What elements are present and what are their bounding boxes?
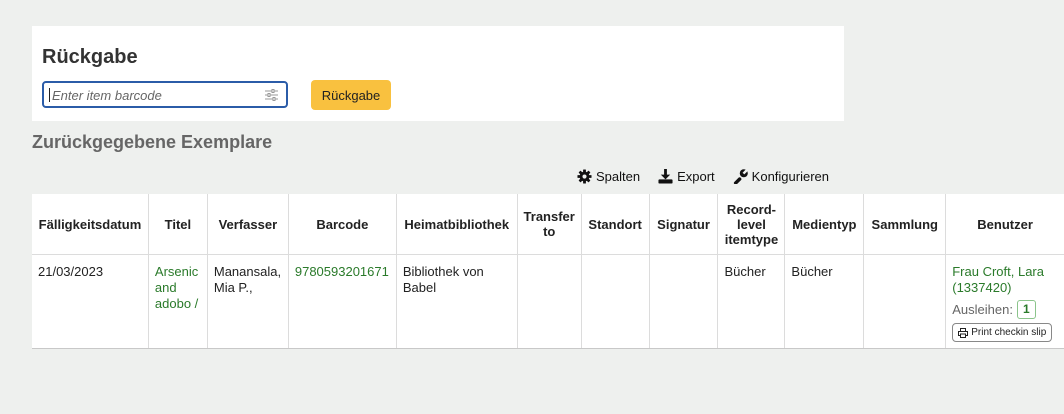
barcode-link[interactable]: 9780593201671 <box>295 264 389 279</box>
configure-label: Konfigurieren <box>751 168 829 184</box>
export-label: Export <box>677 168 715 184</box>
location-cell <box>580 254 650 349</box>
column-patron[interactable]: Benutzer <box>945 194 1064 255</box>
barcode-input[interactable] <box>50 85 264 106</box>
table-row: 21/03/2023 Arsenic and adobo / Manansala… <box>32 254 1064 349</box>
column-location[interactable]: Standort <box>580 194 650 255</box>
column-barcode[interactable]: Barcode <box>287 194 397 255</box>
record-itemtype-cell: Bücher <box>717 254 785 349</box>
loans-count-badge[interactable]: 1 <box>1016 300 1036 319</box>
patron-cell: Frau Croft, Lara (1337420) Ausleihen: 1 … <box>945 254 1064 349</box>
column-due-date[interactable]: Fälligkeitsdatum <box>32 194 149 255</box>
column-record-itemtype[interactable]: Record-level itemtype <box>717 194 785 255</box>
call-number-cell <box>648 254 718 349</box>
printer-icon <box>958 327 969 338</box>
sliders-icon[interactable] <box>265 89 278 101</box>
columns-label: Spalten <box>596 168 641 184</box>
column-transfer-to[interactable]: Transfer to <box>516 194 582 255</box>
title-cell: Arsenic and adobo / <box>147 254 208 349</box>
returned-items-table: Fälligkeitsdatum Titel Verfasser Barcode… <box>32 194 1064 349</box>
export-button[interactable]: Export <box>658 166 715 186</box>
configure-button[interactable]: Konfigurieren <box>733 166 829 186</box>
column-collection[interactable]: Sammlung <box>863 194 946 255</box>
author-cell: Manansala, Mia P., <box>206 254 289 349</box>
checkin-button[interactable]: Rückgabe <box>311 80 391 110</box>
barcode-cell: 9780593201671 <box>287 254 397 349</box>
due-date-cell: 21/03/2023 <box>32 254 149 349</box>
download-icon <box>658 168 673 184</box>
checkin-title: Rückgabe <box>42 46 138 68</box>
column-home-library[interactable]: Heimatbibliothek <box>395 194 518 255</box>
column-title[interactable]: Titel <box>147 194 208 255</box>
columns-button[interactable]: Spalten <box>577 166 640 186</box>
column-call-number[interactable]: Signatur <box>648 194 718 255</box>
home-library-cell: Bibliothek von Babel <box>395 254 518 349</box>
transfer-to-cell <box>516 254 582 349</box>
print-checkin-slip-label: Print checkin slip <box>971 327 1047 338</box>
returned-items-heading: Zurückgegebene Exemplare <box>32 132 273 152</box>
column-author[interactable]: Verfasser <box>206 194 289 255</box>
loans-label: Ausleihen: <box>952 301 1013 317</box>
table-header-row: Fälligkeitsdatum Titel Verfasser Barcode… <box>32 194 1064 255</box>
gear-icon <box>577 168 592 184</box>
print-checkin-slip-button[interactable]: Print checkin slip <box>952 323 1053 342</box>
column-item-type[interactable]: Medientyp <box>784 194 864 255</box>
patron-link[interactable]: Frau Croft, Lara (1337420) <box>952 264 1044 295</box>
item-type-cell: Bücher <box>784 254 864 349</box>
collection-cell <box>863 254 946 349</box>
loans-info: Ausleihen: 1 <box>952 300 1058 319</box>
wrench-icon <box>733 168 748 184</box>
title-link[interactable]: Arsenic and adobo / <box>155 264 198 311</box>
checkin-panel: Rückgabe Rückgabe <box>32 26 844 121</box>
table-toolbar: Spalten Export Konfigurieren <box>577 166 829 186</box>
barcode-field[interactable] <box>42 81 288 108</box>
